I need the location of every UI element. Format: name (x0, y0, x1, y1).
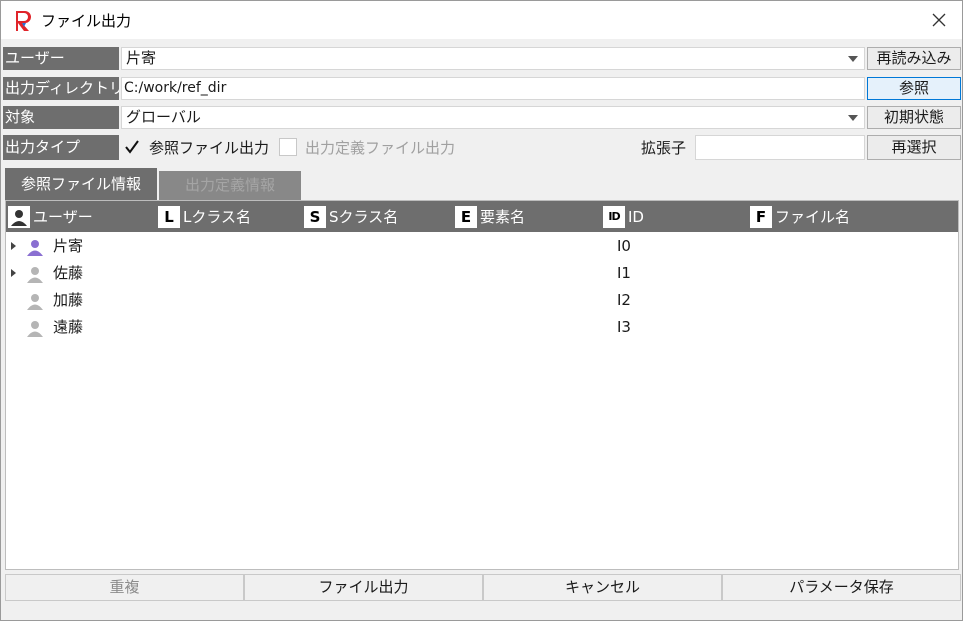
column-sclass-label: Sクラス名 (329, 208, 399, 226)
user-label: ユーザー (3, 47, 119, 70)
extension-input[interactable] (695, 135, 865, 160)
row-id: I0 (617, 237, 631, 255)
def-file-output-label: 出力定義ファイル出力 (305, 139, 456, 157)
user-icon (27, 267, 43, 283)
s-class-icon: S (304, 206, 326, 228)
target-label: 対象 (3, 106, 119, 129)
chevron-down-icon (848, 115, 858, 121)
tab-ref-file-info[interactable]: 参照ファイル情報 (5, 168, 157, 200)
l-class-icon: L (158, 206, 180, 228)
output-type-label: 出力タイプ (3, 135, 119, 160)
file-output-button[interactable]: ファイル出力 (244, 574, 483, 601)
save-params-button[interactable]: パラメータ保存 (722, 574, 961, 601)
title-bar: ファイル出力 (1, 1, 962, 39)
target-select[interactable]: グローバル (121, 106, 865, 129)
row-id: I3 (617, 318, 631, 336)
column-lclass-label: Lクラス名 (183, 208, 252, 226)
extension-label: 拡張子 (641, 139, 687, 157)
user-icon (8, 206, 30, 228)
element-icon: E (455, 206, 477, 228)
tree-row[interactable]: 遠藤 I3 (6, 314, 958, 340)
column-element-label: 要素名 (480, 208, 526, 226)
column-lclass[interactable]: L Lクラス名 (158, 205, 251, 229)
file-icon: F (750, 206, 772, 228)
chevron-down-icon (848, 56, 858, 62)
output-dir-input[interactable]: C:/work/ref_dir (121, 77, 865, 100)
expand-icon[interactable] (11, 242, 16, 250)
target-select-value: グローバル (126, 108, 201, 126)
duplicate-button[interactable]: 重複 (5, 574, 244, 601)
user-icon (27, 294, 43, 310)
column-element[interactable]: E 要素名 (455, 205, 525, 229)
app-logo-icon (16, 11, 31, 31)
output-dir-label: 出力ディレクトリ (3, 77, 119, 100)
row-user-name: 遠藤 (53, 318, 84, 336)
ref-file-output-checkbox[interactable] (123, 138, 141, 156)
file-tree-list[interactable]: ユーザー L Lクラス名 S Sクラス名 E 要素名 ID ID F ファイル名 (5, 200, 959, 570)
expand-icon[interactable] (11, 269, 16, 277)
column-id[interactable]: ID ID (603, 205, 644, 229)
row-user-name: 加藤 (53, 291, 84, 309)
reset-button[interactable]: 初期状態 (867, 106, 961, 129)
bottom-button-bar: 重複 ファイル出力 キャンセル パラメータ保存 (5, 574, 961, 601)
row-user-name: 片寄 (53, 237, 84, 255)
column-filename-label: ファイル名 (775, 208, 851, 226)
status-bar (1, 603, 962, 620)
column-sclass[interactable]: S Sクラス名 (304, 205, 398, 229)
close-icon (932, 13, 946, 27)
column-user[interactable]: ユーザー (8, 205, 93, 229)
column-id-label: ID (628, 208, 644, 226)
list-header: ユーザー L Lクラス名 S Sクラス名 E 要素名 ID ID F ファイル名 (6, 201, 958, 232)
user-icon (27, 321, 43, 337)
tree-row[interactable]: 加藤 I2 (6, 287, 958, 313)
close-button[interactable] (916, 1, 962, 39)
user-icon (27, 240, 43, 256)
def-file-output-checkbox[interactable] (279, 138, 297, 156)
tree-row[interactable]: 片寄 I0 (6, 233, 958, 259)
column-user-label: ユーザー (33, 208, 93, 226)
reselect-button[interactable]: 再選択 (867, 135, 961, 160)
tree-row[interactable]: 佐藤 I1 (6, 260, 958, 286)
row-id: I1 (617, 264, 631, 282)
output-type-options: 参照ファイル出力 出力定義ファイル出力 拡張子 (121, 135, 865, 160)
ref-file-output-label: 参照ファイル出力 (149, 139, 270, 157)
file-output-window: ファイル出力 ユーザー 片寄 再読み込み 出力ディレクトリ C:/work/re… (0, 0, 963, 621)
id-icon: ID (603, 206, 625, 228)
window-title: ファイル出力 (41, 12, 132, 30)
browse-button[interactable]: 参照 (867, 77, 961, 100)
reload-button[interactable]: 再読み込み (867, 47, 961, 70)
row-id: I2 (617, 291, 631, 309)
row-user-name: 佐藤 (53, 264, 84, 282)
cancel-button[interactable]: キャンセル (483, 574, 722, 601)
user-select[interactable]: 片寄 (121, 47, 865, 70)
user-select-value: 片寄 (126, 49, 157, 67)
column-filename[interactable]: F ファイル名 (750, 205, 850, 229)
tab-output-def-info[interactable]: 出力定義情報 (159, 171, 301, 200)
